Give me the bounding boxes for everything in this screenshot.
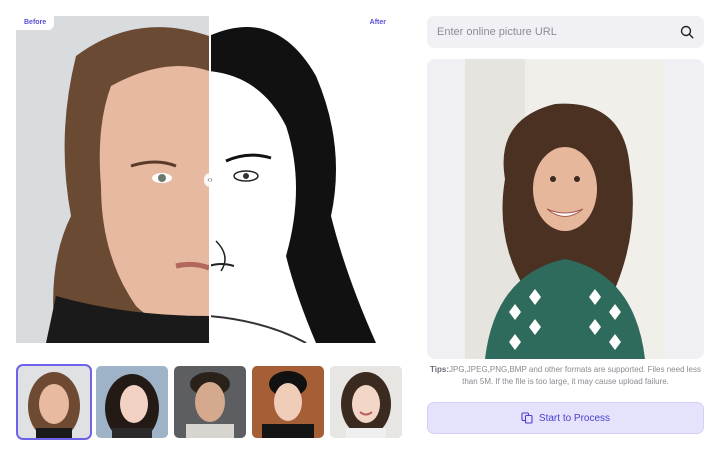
comparison-slider-handle[interactable]: ‹› bbox=[204, 173, 216, 187]
before-label: Before bbox=[16, 16, 55, 30]
preview-photo bbox=[465, 59, 665, 359]
thumbnail-3[interactable] bbox=[174, 366, 246, 438]
search-icon[interactable] bbox=[680, 25, 694, 39]
url-search-bar bbox=[427, 16, 704, 48]
start-process-button[interactable]: Start to Process bbox=[427, 402, 704, 434]
before-after-comparison[interactable]: Before After ‹› bbox=[16, 16, 402, 343]
tips-text: JPG,JPEG,PNG,BMP and other formats are s… bbox=[449, 365, 701, 386]
start-process-label: Start to Process bbox=[538, 412, 611, 424]
thumbnail-4[interactable] bbox=[252, 366, 324, 438]
tips-label: Tips: bbox=[430, 365, 449, 374]
portrait-woman-smiling-image bbox=[330, 366, 402, 438]
upload-preview-area[interactable] bbox=[427, 59, 704, 359]
portrait-woman-brown-hair-image bbox=[18, 366, 90, 438]
copy-icon bbox=[521, 412, 533, 424]
portrait-woman-black-hair-image bbox=[96, 366, 168, 438]
thumbnail-5[interactable] bbox=[330, 366, 402, 438]
after-label: After bbox=[369, 19, 386, 26]
sample-thumbnails bbox=[16, 364, 402, 440]
thumbnail-1[interactable] bbox=[16, 364, 92, 440]
picture-url-input[interactable] bbox=[437, 16, 672, 48]
portrait-man-dark-hair-image bbox=[174, 366, 246, 438]
upload-tips: Tips:JPG,JPEG,PNG,BMP and other formats … bbox=[427, 364, 704, 388]
portrait-man-black-hair-image bbox=[252, 366, 324, 438]
thumbnail-2[interactable] bbox=[96, 366, 168, 438]
